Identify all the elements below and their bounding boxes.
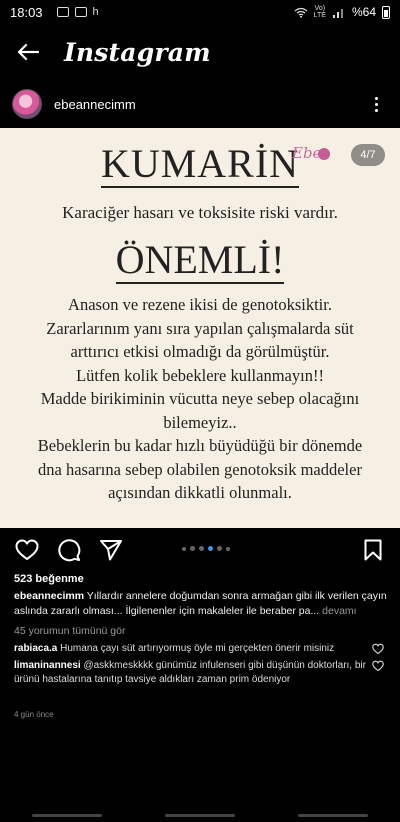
send-icon: [100, 540, 122, 561]
comment-item: limaninannesi @askkmeskkkk günümüz inful…: [14, 659, 370, 687]
app-header: Instagram: [0, 28, 400, 76]
carousel-dot-active: [208, 546, 213, 551]
nav-back-handle[interactable]: [298, 813, 369, 817]
comment-text: Humana çayı süt artırıyormuş öyle mi ger…: [57, 643, 335, 654]
save-button[interactable]: [360, 537, 386, 563]
like-button[interactable]: [14, 537, 40, 563]
post-caption: ebeannecimm Yıllardır annelere doğumdan …: [14, 589, 388, 619]
body-line: arttırıcı etkisi olmadığı da görülmüştür…: [70, 342, 330, 361]
more-dot-icon: [374, 108, 378, 112]
carousel-dot: [226, 546, 230, 551]
comment-item: rabiaca.a Humana çayı süt artırıyormuş ö…: [14, 642, 370, 656]
bookmark-icon: [364, 539, 382, 561]
body-line: Anason ve rezene ikisi de genotoksiktir.: [68, 295, 332, 314]
status-right: Vo) LTE %64: [294, 5, 390, 19]
system-nav-bar: [0, 808, 400, 822]
image-subtitle: Karaciğer hasarı ve toksisite riski vard…: [62, 203, 338, 222]
comment-icon: [58, 539, 81, 562]
arrow-left-icon: [17, 43, 39, 61]
status-bar: 18:03 h Vo) LTE %64: [0, 0, 400, 24]
carousel-dot: [182, 546, 186, 551]
gallery-icon: [56, 7, 69, 17]
status-left: 18:03 h: [10, 5, 99, 20]
comment-username[interactable]: rabiaca.a: [14, 643, 57, 654]
post-image[interactable]: KUMARİN Ebe 4/7 Karaciğer hasarı ve toks…: [0, 128, 400, 528]
wifi-icon: [294, 7, 308, 18]
carrier-label: Vo) LTE: [313, 5, 326, 19]
body-line: bilemeyiz..: [163, 412, 237, 432]
comment-like-icon[interactable]: [372, 660, 384, 672]
carousel-dot: [217, 546, 222, 551]
comment-button[interactable]: [56, 537, 82, 563]
heart-icon: [15, 539, 39, 560]
body-line: Lütfen kolik bebeklere kullanmayın!!: [76, 365, 324, 385]
view-all-comments-link[interactable]: 45 yorumun tümünü gör: [14, 625, 125, 637]
post-actions: [0, 532, 400, 568]
image-title: KUMARİN: [100, 141, 300, 188]
body-line: Madde birikiminin vücutta neye sebep ola…: [40, 389, 360, 408]
post-timestamp: 4 gün önce: [14, 710, 54, 719]
app-title: Instagram: [64, 37, 211, 67]
box-icon: [74, 7, 87, 17]
nav-recent-handle[interactable]: [31, 813, 102, 817]
battery-percent: %64: [351, 5, 376, 19]
more-options-button[interactable]: [364, 92, 388, 116]
like-count[interactable]: 523 beğenme: [14, 573, 84, 585]
carousel-dot: [190, 546, 195, 551]
status-extra: h: [92, 6, 99, 18]
comment-username[interactable]: limaninannesi: [14, 660, 81, 671]
carousel-indicator: [182, 546, 230, 551]
body-line: dna hasarına sebep olabilen genotoksik m…: [38, 459, 362, 479]
nav-home-handle[interactable]: [164, 813, 235, 817]
carousel-counter: 4/7: [351, 144, 385, 166]
post-author-row: ebeannecimm: [0, 82, 400, 126]
carousel-dot: [199, 546, 204, 551]
image-important-heading: ÖNEMLİ!: [115, 237, 285, 284]
back-button[interactable]: [0, 28, 56, 76]
share-button[interactable]: [98, 537, 124, 563]
comment-like-icon[interactable]: [372, 643, 384, 655]
more-dot-icon: [374, 102, 378, 106]
body-line: açısından dikkatli olunmalı.: [108, 483, 292, 502]
signal-icon: [332, 8, 343, 18]
caption-more-link[interactable]: devamı: [319, 605, 356, 617]
more-dot-icon: [374, 96, 378, 100]
body-line: Zararlarınım yanı sıra yapılan çalışmala…: [46, 318, 354, 338]
image-body: Anason ve rezene ikisi de genotoksiktir.…: [8, 293, 392, 505]
body-line: Bebeklerin bu kadar hızlı büyüdüğü bir d…: [37, 436, 363, 455]
caption-username[interactable]: ebeannecimm: [14, 590, 84, 602]
post-username[interactable]: ebeannecimm: [54, 97, 136, 112]
battery-icon: [382, 5, 390, 19]
avatar[interactable]: [12, 89, 42, 119]
clock: 18:03: [10, 4, 43, 20]
logo-mark-icon: [318, 148, 330, 160]
